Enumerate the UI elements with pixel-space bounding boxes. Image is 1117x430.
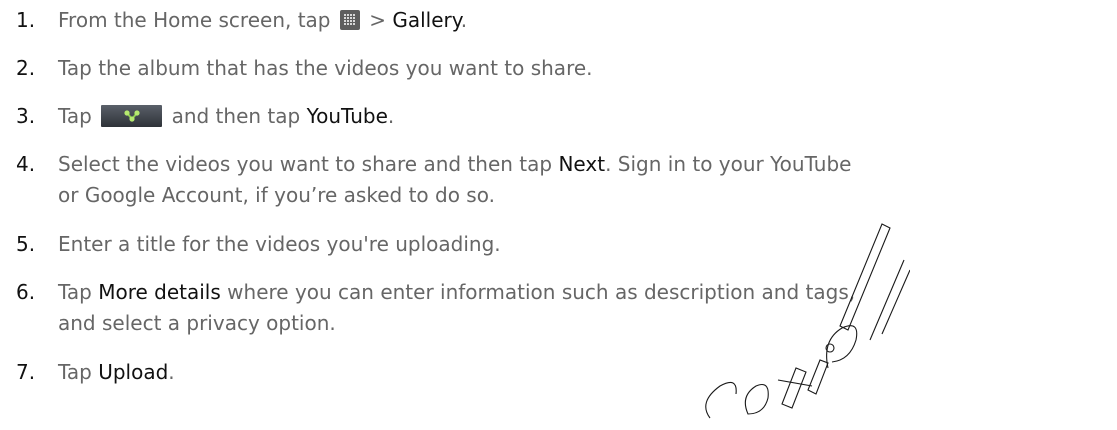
step-number: 2. <box>16 56 36 80</box>
step-text: Tap Upload. <box>58 358 1117 386</box>
step-text-part: Select the videos you want to share and … <box>58 152 559 176</box>
step-text-part: Tap <box>58 104 99 128</box>
step-number: 5. <box>16 232 36 256</box>
step-text-part: and then tap <box>165 104 307 128</box>
step-text: Select the videos you want to share and … <box>58 150 1117 178</box>
step-text: From the Home screen, tap > Gallery. <box>58 6 1117 34</box>
next-label: Next <box>558 152 606 176</box>
step-text-part: Tap <box>58 280 99 304</box>
step-text-part: . <box>387 104 395 128</box>
gallery-label: Gallery <box>392 8 461 32</box>
youtube-label: YouTube <box>306 104 388 128</box>
step-text-continued: and select a privacy option. <box>58 311 336 335</box>
step-text: Tap More details where you can enter inf… <box>58 278 1117 306</box>
step-text: Tap the album that has the videos you wa… <box>58 56 593 80</box>
step-text-part: Tap <box>58 360 99 384</box>
step-number: 3. <box>16 104 36 128</box>
step-number: 1. <box>16 8 36 32</box>
more-details-label: More details <box>98 280 221 304</box>
step-text-continued: or Google Account, if you’re asked to do… <box>58 183 495 207</box>
step-text-part: > <box>362 8 393 32</box>
share-icon <box>101 105 163 127</box>
step-number: 4. <box>16 152 36 176</box>
step-number: 6. <box>16 280 36 304</box>
all-apps-grid-icon <box>339 10 360 30</box>
step-text-part: From the Home screen, tap <box>58 8 337 32</box>
step-text: Tap and then tap YouTube. <box>58 102 1117 130</box>
step-text: Enter a title for the videos you're uplo… <box>58 232 501 256</box>
upload-label: Upload <box>98 360 169 384</box>
step-number: 7. <box>16 360 36 384</box>
step-text-part: . <box>168 360 175 384</box>
step-text-part: . <box>460 8 468 32</box>
confidential-watermark <box>705 223 910 419</box>
step-text-part: . Sign in to your YouTube <box>605 152 852 176</box>
